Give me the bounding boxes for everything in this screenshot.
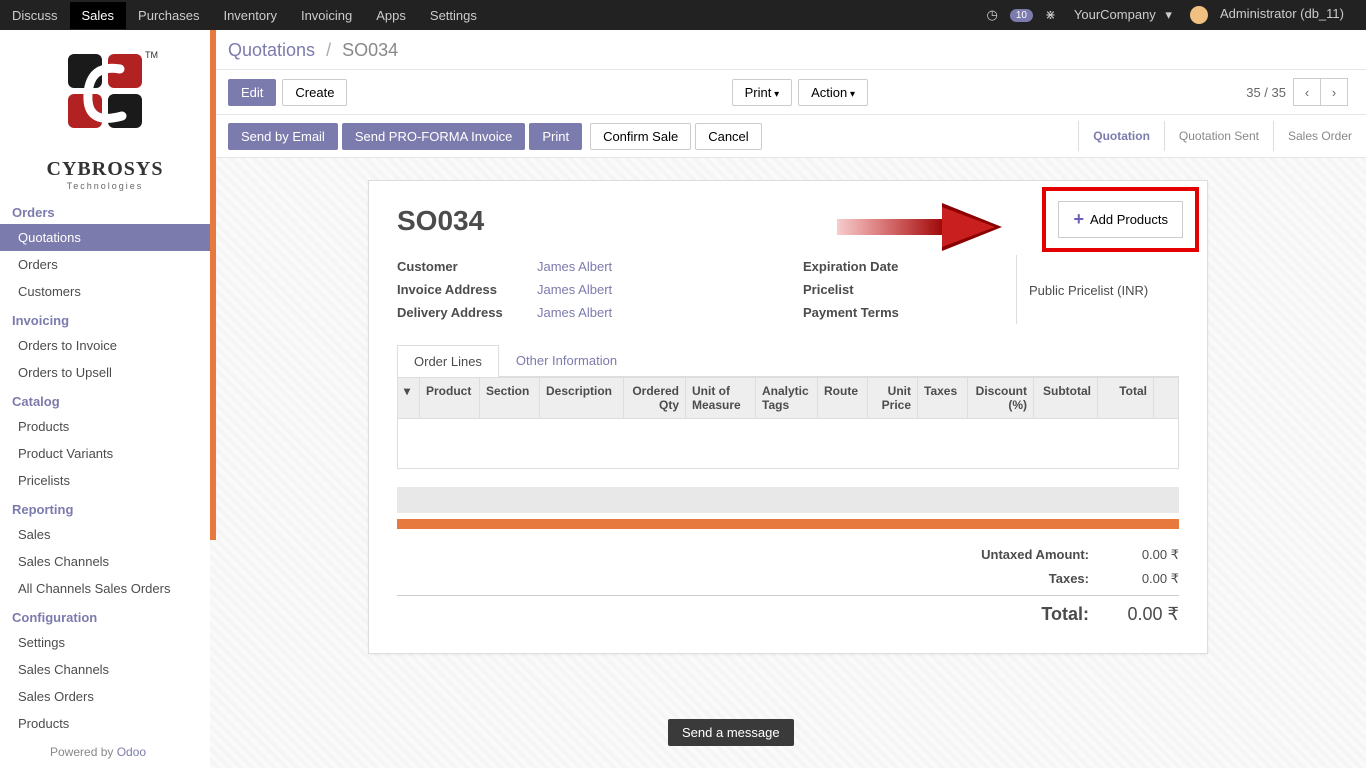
sidebar-item-orders[interactable]: Orders: [0, 251, 210, 278]
tab-other-information[interactable]: Other Information: [499, 344, 634, 376]
payment-terms-label: Payment Terms: [803, 305, 943, 320]
logo: TM CYBROSYS Technologies: [0, 30, 210, 197]
total-label: Total:: [889, 604, 1089, 625]
sidebar-item-customers[interactable]: Customers: [0, 278, 210, 305]
summary-bar: [397, 487, 1179, 513]
add-products-button[interactable]: + Add Products: [1058, 201, 1183, 238]
untaxed-label: Untaxed Amount:: [889, 547, 1089, 563]
col-unit-of-measure[interactable]: Unit of Measure: [686, 378, 756, 418]
sidebar-item-sales-channels[interactable]: Sales Channels: [0, 548, 210, 575]
col-route[interactable]: Route: [818, 378, 868, 418]
customer-link[interactable]: James Albert: [537, 259, 612, 274]
top-navigation: DiscussSalesPurchasesInventoryInvoicingA…: [0, 0, 1366, 30]
pager-next-button[interactable]: ›: [1320, 78, 1348, 106]
sidebar: TM CYBROSYS Technologies OrdersQuotation…: [0, 30, 210, 768]
orange-accent-bar: [210, 30, 216, 540]
col-ordered-qty[interactable]: Ordered Qty: [624, 378, 686, 418]
taxes-amount: 0.00 ₹: [1109, 571, 1179, 587]
sidebar-item-all-channels-sales-orders[interactable]: All Channels Sales Orders: [0, 575, 210, 602]
status-quotation-sent[interactable]: Quotation Sent: [1164, 121, 1273, 151]
annotation-arrow: [837, 199, 1007, 258]
section-configuration: Configuration: [0, 602, 210, 629]
confirm-sale-button[interactable]: Confirm Sale: [590, 123, 691, 150]
nav-sales[interactable]: Sales: [70, 2, 127, 29]
pricelist-link[interactable]: Public Pricelist (INR): [1029, 283, 1148, 298]
send-proforma-button[interactable]: Send PRO-FORMA Invoice: [342, 123, 526, 150]
col-taxes[interactable]: Taxes: [918, 378, 968, 418]
sidebar-item-sales[interactable]: Sales: [0, 521, 210, 548]
form-sheet: + Add Products SO034 CustomerJames Alber…: [368, 180, 1208, 654]
sidebar-item-sales-orders[interactable]: Sales Orders: [0, 683, 210, 710]
pricelist-label: Pricelist: [803, 282, 943, 297]
sidebar-item-product-variants[interactable]: Product Variants: [0, 440, 210, 467]
col-section[interactable]: Section: [480, 378, 540, 418]
delivery-address-link[interactable]: James Albert: [537, 305, 612, 320]
section-reporting: Reporting: [0, 494, 210, 521]
tab-order-lines[interactable]: Order Lines: [397, 345, 499, 377]
user-menu[interactable]: Administrator (db_11): [1184, 6, 1350, 24]
sidebar-item-sales-channels[interactable]: Sales Channels: [0, 656, 210, 683]
col-subtotal[interactable]: Subtotal: [1034, 378, 1098, 418]
breadcrumb-root[interactable]: Quotations: [228, 40, 315, 60]
sidebar-item-products[interactable]: Products: [0, 413, 210, 440]
action-dropdown[interactable]: Action: [798, 79, 868, 106]
print-dropdown[interactable]: Print: [732, 79, 793, 106]
pager-prev-button[interactable]: ‹: [1293, 78, 1321, 106]
col-total[interactable]: Total: [1098, 378, 1154, 418]
total-amount: 0.00 ₹: [1109, 604, 1179, 625]
powered-by: Powered by Odoo: [0, 737, 210, 759]
breadcrumb: Quotations / SO034: [228, 40, 398, 61]
status-quotation[interactable]: Quotation: [1078, 121, 1164, 151]
col-analytic-tags[interactable]: Analytic Tags: [756, 378, 818, 418]
sidebar-item-products[interactable]: Products: [0, 710, 210, 737]
content-area: Quotations / SO034 Edit Create Print Act…: [210, 30, 1366, 768]
create-button[interactable]: Create: [282, 79, 347, 106]
expiration-label: Expiration Date: [803, 259, 943, 274]
nav-apps[interactable]: Apps: [364, 2, 418, 29]
activity-icon[interactable]: ◷: [987, 7, 998, 23]
customer-label: Customer: [397, 259, 537, 274]
order-lines-body[interactable]: [397, 419, 1179, 469]
debug-icon[interactable]: ⋇: [1045, 7, 1056, 23]
nav-purchases[interactable]: Purchases: [126, 2, 211, 29]
plus-icon: +: [1073, 209, 1084, 230]
odoo-link[interactable]: Odoo: [117, 745, 146, 759]
company-switcher[interactable]: YourCompany ▾: [1068, 7, 1172, 23]
sidebar-item-orders-to-upsell[interactable]: Orders to Upsell: [0, 359, 210, 386]
section-orders: Orders: [0, 197, 210, 224]
messages-badge[interactable]: 10: [1010, 9, 1033, 22]
taxes-label: Taxes:: [889, 571, 1089, 587]
svg-text:TM: TM: [145, 50, 158, 60]
nav-invoicing[interactable]: Invoicing: [289, 2, 364, 29]
col-product[interactable]: Product: [420, 378, 480, 418]
col-unit-price[interactable]: Unit Price: [868, 378, 918, 418]
section-catalog: Catalog: [0, 386, 210, 413]
print-button[interactable]: Print: [529, 123, 582, 150]
nav-discuss[interactable]: Discuss: [0, 2, 70, 29]
status-sales-order[interactable]: Sales Order: [1273, 121, 1366, 151]
sidebar-item-orders-to-invoice[interactable]: Orders to Invoice: [0, 332, 210, 359]
cancel-button[interactable]: Cancel: [695, 123, 761, 150]
breadcrumb-current: SO034: [342, 40, 398, 60]
sidebar-item-settings[interactable]: Settings: [0, 629, 210, 656]
nav-settings[interactable]: Settings: [418, 2, 489, 29]
send-message-tooltip: Send a message: [668, 719, 794, 746]
orange-divider: [397, 519, 1179, 529]
send-email-button[interactable]: Send by Email: [228, 123, 338, 150]
sidebar-item-quotations[interactable]: Quotations: [0, 224, 210, 251]
col-handle[interactable]: ▾: [398, 378, 420, 418]
sidebar-item-pricelists[interactable]: Pricelists: [0, 467, 210, 494]
annotation-highlight: + Add Products: [1042, 187, 1199, 252]
edit-button[interactable]: Edit: [228, 79, 276, 106]
invoice-address-label: Invoice Address: [397, 282, 537, 297]
pager-text: 35 / 35: [1246, 85, 1286, 100]
section-invoicing: Invoicing: [0, 305, 210, 332]
invoice-address-link[interactable]: James Albert: [537, 282, 612, 297]
col-description[interactable]: Description: [540, 378, 624, 418]
untaxed-amount: 0.00 ₹: [1109, 547, 1179, 563]
delivery-address-label: Delivery Address: [397, 305, 537, 320]
nav-inventory[interactable]: Inventory: [211, 2, 288, 29]
col-discount-[interactable]: Discount (%): [968, 378, 1034, 418]
